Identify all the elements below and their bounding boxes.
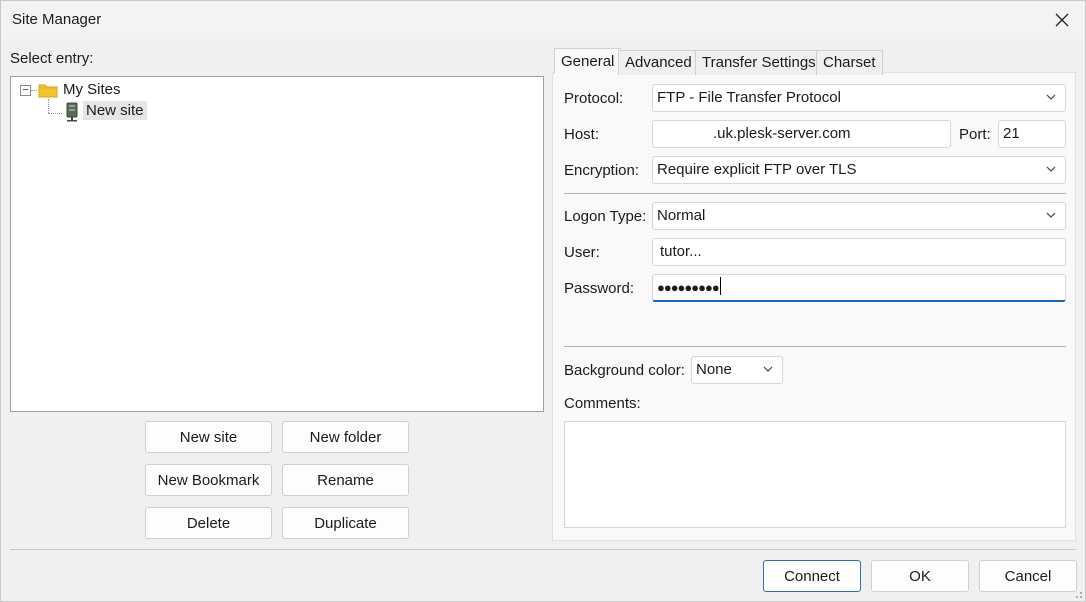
encryption-select[interactable]: Require explicit FTP over TLS xyxy=(652,156,1066,184)
resize-grip-icon[interactable] xyxy=(1073,589,1083,599)
background-color-value: None xyxy=(696,361,732,378)
title-bar: Site Manager xyxy=(1,1,1085,39)
ok-button[interactable]: OK xyxy=(871,560,969,592)
site-manager-window: Site Manager Select entry: − My Sites Ne… xyxy=(0,0,1086,602)
encryption-value: Require explicit FTP over TLS xyxy=(657,161,857,178)
protocol-select[interactable]: FTP - File Transfer Protocol xyxy=(652,84,1066,112)
cancel-button[interactable]: Cancel xyxy=(979,560,1077,592)
server-icon xyxy=(66,102,78,122)
protocol-label: Protocol: xyxy=(564,90,624,107)
logon-type-select[interactable]: Normal xyxy=(652,202,1066,230)
background-color-select[interactable]: None xyxy=(691,356,783,384)
tree-connector xyxy=(48,113,62,114)
background-color-label: Background color: xyxy=(564,362,685,379)
tree-connector xyxy=(31,90,37,91)
select-entry-label: Select entry: xyxy=(10,50,94,67)
text-caret xyxy=(719,277,721,295)
site-tree[interactable]: − My Sites New site xyxy=(10,76,544,412)
protocol-value: FTP - File Transfer Protocol xyxy=(657,89,841,106)
port-label: Port: xyxy=(959,126,991,143)
host-input[interactable]: .uk.plesk-server.com xyxy=(652,120,951,148)
logon-type-label: Logon Type: xyxy=(564,208,647,225)
delete-button[interactable]: Delete xyxy=(145,507,272,539)
tree-item-new-site[interactable]: New site xyxy=(83,101,147,120)
footer-divider xyxy=(10,549,1076,550)
port-input[interactable]: 21 xyxy=(998,120,1066,148)
tab-advanced[interactable]: Advanced xyxy=(618,50,699,75)
chevron-down-icon xyxy=(1046,212,1056,218)
divider xyxy=(564,346,1066,347)
window-title: Site Manager xyxy=(12,11,102,28)
tab-transfer-settings[interactable]: Transfer Settings xyxy=(695,50,823,75)
chevron-down-icon xyxy=(1046,94,1056,100)
tree-connector xyxy=(48,99,49,113)
encryption-label: Encryption: xyxy=(564,162,640,179)
password-label: Password: xyxy=(564,280,635,297)
divider xyxy=(564,193,1066,194)
new-site-button[interactable]: New site xyxy=(145,421,272,453)
rename-button[interactable]: Rename xyxy=(282,464,409,496)
folder-icon xyxy=(38,84,58,98)
comments-label: Comments: xyxy=(564,395,641,412)
new-bookmark-button[interactable]: New Bookmark xyxy=(145,464,272,496)
logon-type-value: Normal xyxy=(657,207,706,224)
tree-item-my-sites[interactable]: My Sites xyxy=(63,81,121,98)
password-input[interactable]: ●●●●●●●●● xyxy=(652,274,1066,302)
user-input[interactable]: tutor... xyxy=(652,238,1066,266)
connect-button[interactable]: Connect xyxy=(763,560,861,592)
collapse-toggle-icon[interactable]: − xyxy=(20,85,31,96)
close-icon xyxy=(1055,13,1069,27)
tab-charset[interactable]: Charset xyxy=(816,50,883,75)
tab-general[interactable]: General xyxy=(554,48,622,74)
comments-textarea[interactable] xyxy=(564,421,1066,528)
user-label: User: xyxy=(564,244,600,261)
password-value: ●●●●●●●●● xyxy=(657,280,720,295)
new-folder-button[interactable]: New folder xyxy=(282,421,409,453)
host-label: Host: xyxy=(564,126,600,143)
close-button[interactable] xyxy=(1047,5,1077,35)
duplicate-button[interactable]: Duplicate xyxy=(282,507,409,539)
chevron-down-icon xyxy=(1046,166,1056,172)
chevron-down-icon xyxy=(763,366,773,372)
